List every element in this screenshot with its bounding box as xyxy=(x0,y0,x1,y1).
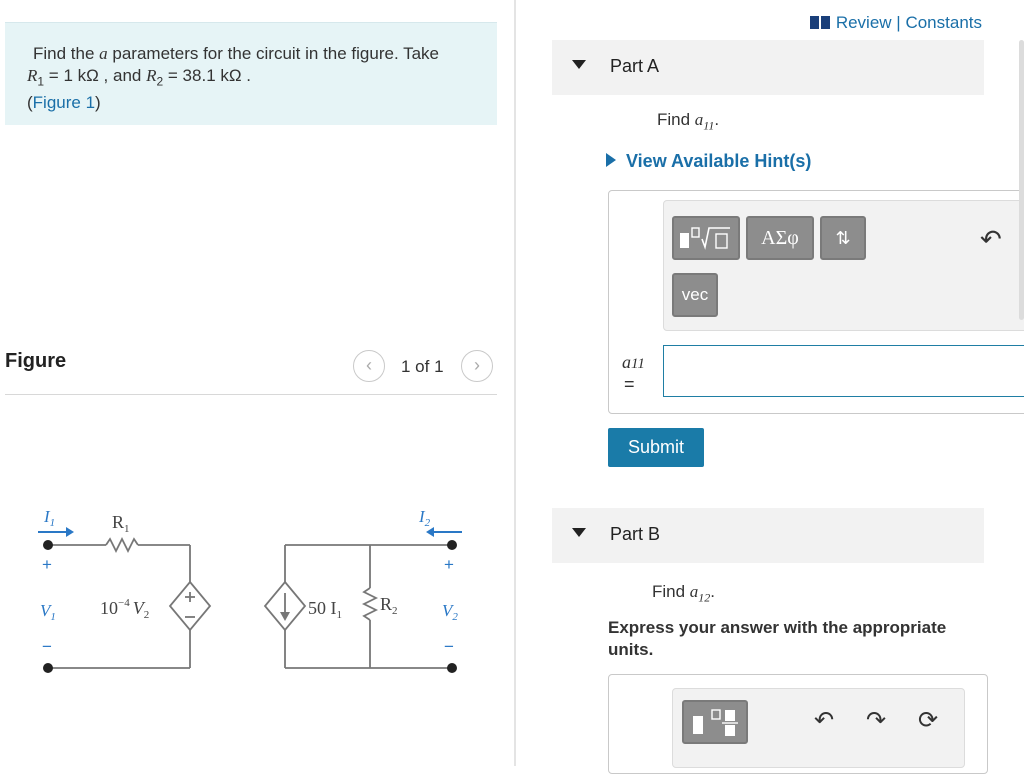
expand-triangle-icon xyxy=(606,153,616,167)
constants-link[interactable]: Constants xyxy=(905,13,982,32)
units-template-button[interactable] xyxy=(682,700,748,744)
v2-minus: − xyxy=(444,637,454,656)
figure-counter: 1 of 1 xyxy=(401,357,444,376)
scrollbar[interactable] xyxy=(1019,40,1024,320)
problem-line-1: Find the a parameters for the circuit in… xyxy=(27,43,497,65)
part-b-header[interactable]: Part B xyxy=(552,508,984,563)
hint-label: View Available Hint(s) xyxy=(626,151,812,171)
a11-answer-input[interactable] xyxy=(663,345,1024,397)
part-b-prompt: Find a12. xyxy=(652,582,715,605)
r1-symbol: R xyxy=(27,66,38,85)
answer-label-a11: a11 = xyxy=(622,352,645,394)
figure-header: Figure ‹ 1 of 1 › xyxy=(5,346,497,395)
problem-panel: Find the a parameters for the circuit in… xyxy=(0,0,514,766)
r1-label: R1 xyxy=(112,512,130,535)
dependent-current-label: 50 I1 xyxy=(308,598,342,621)
problem-statement: Find the a parameters for the circuit in… xyxy=(5,22,497,125)
find-text: Find xyxy=(652,582,690,601)
units-instruction: Express your answer with the appropriate… xyxy=(608,618,947,659)
v2-plus: + xyxy=(444,555,454,574)
part-a-header[interactable]: Part A xyxy=(552,40,984,95)
hint-toggle[interactable]: View Available Hint(s) xyxy=(606,151,811,172)
chevron-left-icon[interactable]: ‹ xyxy=(353,350,385,382)
v2-label: V2 xyxy=(442,601,458,623)
problem-text: Find the xyxy=(33,44,100,63)
v1-label: V1 xyxy=(40,601,56,623)
find-period: . xyxy=(714,110,720,129)
book-icon xyxy=(809,16,830,29)
link-separator: | xyxy=(891,13,906,32)
review-constants-links: Review | Constants xyxy=(809,13,982,33)
find-period: . xyxy=(710,582,716,601)
problem-text-end: parameters for the circuit in the figure… xyxy=(107,44,439,63)
dependent-voltage-label: 10−4 V2 xyxy=(100,597,149,621)
collapse-triangle-icon[interactable] xyxy=(572,60,586,69)
review-link[interactable]: Review xyxy=(836,13,892,32)
submit-button[interactable]: Submit xyxy=(608,428,704,467)
figure-title: Figure xyxy=(5,350,67,372)
panel-divider xyxy=(514,0,516,766)
problem-line-2: R1 = 1 kΩ , and R2 = 38.1 kΩ . xyxy=(27,65,497,92)
collapse-triangle-icon[interactable] xyxy=(572,528,586,537)
vec-button[interactable]: vec xyxy=(672,273,718,317)
undo-icon[interactable]: ↶ xyxy=(980,226,1002,252)
part-a-prompt: Find a11. xyxy=(657,110,719,133)
templates-button[interactable] xyxy=(672,216,740,260)
circuit-diagram: I1 V1 I2 V2 + − + − R1 10−4 V2 50 I1 R2 xyxy=(38,507,462,673)
r2-value: = 38.1 kΩ . xyxy=(163,66,252,85)
v1-plus: + xyxy=(42,555,52,574)
problem-var-a: a xyxy=(99,44,108,63)
greek-symbols-button[interactable]: ΑΣφ xyxy=(746,216,814,260)
find-sub: 12 xyxy=(698,590,711,605)
redo-icon[interactable]: ↷ xyxy=(866,708,886,734)
r1-value: = 1 kΩ , and xyxy=(44,66,147,85)
part-a-label: Part A xyxy=(610,56,660,76)
v1-minus: − xyxy=(42,637,52,656)
figure-link-line: (Figure 1) xyxy=(27,93,101,113)
chevron-right-icon[interactable]: › xyxy=(461,350,493,382)
find-sub: 11 xyxy=(703,118,715,133)
i2-label: I2 xyxy=(418,507,431,529)
arrows-icon[interactable]: ⇅ xyxy=(820,216,866,260)
template-icon xyxy=(680,226,730,250)
find-text: Find xyxy=(657,110,695,129)
undo-icon[interactable]: ↶ xyxy=(814,708,834,734)
r2-symbol: R xyxy=(146,66,157,85)
part-b-label: Part B xyxy=(610,524,661,544)
figure-link[interactable]: Figure 1 xyxy=(33,93,95,112)
i1-label: I1 xyxy=(43,507,55,529)
fraction-template-icon xyxy=(693,709,738,736)
r2-label: R2 xyxy=(380,594,398,617)
reset-icon[interactable]: ⟳ xyxy=(918,708,938,734)
